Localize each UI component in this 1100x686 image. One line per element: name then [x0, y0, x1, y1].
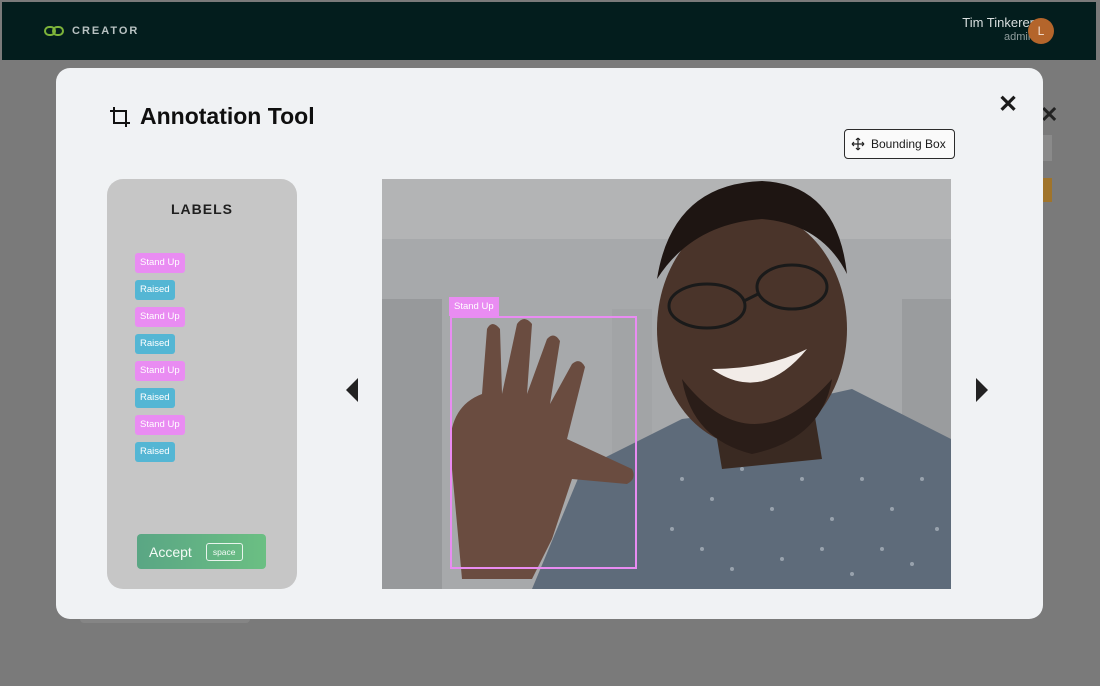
label-chip-raised[interactable]: Raised — [135, 388, 175, 408]
labels-heading: LABELS — [171, 201, 233, 217]
label-chip-stand-up[interactable]: Stand Up — [135, 415, 185, 435]
label-chip-raised[interactable]: Raised — [135, 280, 175, 300]
move-icon — [851, 137, 865, 151]
top-bar: CREATOR Tim Tinkerer admin L — [2, 2, 1096, 60]
label-chip-raised[interactable]: Raised — [135, 442, 175, 462]
label-chip-stand-up[interactable]: Stand Up — [135, 361, 185, 381]
keyboard-shortcut: space — [205, 542, 243, 561]
modal-title-text: Annotation Tool — [140, 103, 315, 129]
bounding-box-label: Bounding Box — [871, 137, 946, 151]
labels-panel: LABELS Stand Up Raised Stand Up Raised S… — [107, 179, 297, 589]
label-chip-stand-up[interactable]: Stand Up — [135, 253, 185, 273]
chevron-right-icon[interactable] — [976, 378, 988, 402]
accept-button[interactable]: Accept space — [137, 534, 266, 569]
label-chip-raised[interactable]: Raised — [135, 334, 175, 354]
label-list: Stand Up Raised Stand Up Raised Stand Up… — [135, 253, 185, 469]
label-chip-stand-up[interactable]: Stand Up — [135, 307, 185, 327]
crop-icon — [110, 106, 130, 127]
accept-label: Accept — [149, 543, 192, 560]
close-icon[interactable]: ✕ — [998, 90, 1018, 119]
annotation-modal: Annotation Tool ✕ Bounding Box LABELS St… — [56, 68, 1043, 619]
link-icon — [44, 26, 64, 36]
annotation-label-tag[interactable]: Stand Up — [449, 297, 499, 316]
user-info: Tim Tinkerer admin — [962, 15, 1034, 44]
user-name: Tim Tinkerer — [962, 15, 1034, 30]
brand-name: CREATOR — [72, 25, 140, 37]
user-role: admin — [1004, 30, 1034, 43]
modal-title: Annotation Tool — [108, 103, 315, 130]
avatar[interactable]: L — [1028, 18, 1054, 44]
annotation-image[interactable]: Stand Up — [382, 179, 951, 589]
bounding-box-button[interactable]: Bounding Box — [844, 129, 955, 159]
bounding-box[interactable] — [450, 316, 637, 569]
brand[interactable]: CREATOR — [44, 24, 139, 38]
chevron-left-icon[interactable] — [346, 378, 358, 402]
